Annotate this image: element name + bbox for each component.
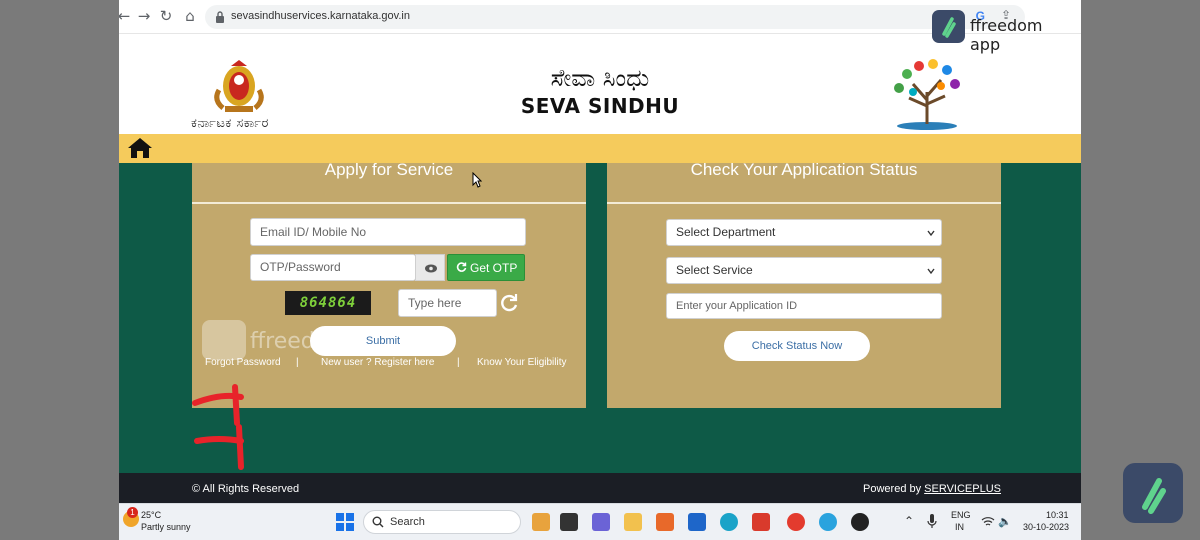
taskbar-search[interactable]: Search <box>363 510 521 534</box>
link-separator: | <box>296 357 299 368</box>
app-icon[interactable] <box>752 513 770 531</box>
copyright-text: © All Rights Reserved <box>192 483 300 495</box>
check-status-panel: Check Your Application Status Select Dep… <box>607 160 1001 408</box>
know-eligibility-link[interactable]: Know Your Eligibility <box>477 357 567 368</box>
address-bar[interactable]: sevasindhuservices.karnataka.gov.in G ⇪ <box>205 5 1025 29</box>
get-otp-label: Get OTP <box>470 261 518 275</box>
copilot-icon[interactable] <box>532 513 550 531</box>
volume-icon[interactable]: 🔈 <box>998 515 1012 528</box>
edge-icon[interactable] <box>720 513 738 531</box>
weather-description[interactable]: Partly sunny <box>141 522 191 532</box>
mail-icon[interactable] <box>688 513 706 531</box>
firefox-icon[interactable] <box>656 513 674 531</box>
nav-bar <box>119 134 1081 163</box>
captcha-refresh-icon[interactable] <box>498 292 520 314</box>
file-icon[interactable] <box>560 513 578 531</box>
home-browser-icon[interactable]: ⌂ <box>181 7 199 25</box>
serviceplus-link[interactable]: SERVICEPLUS <box>924 483 1001 495</box>
department-select[interactable]: Select Department <box>666 219 942 246</box>
notification-badge: 1 <box>127 507 138 518</box>
forgot-password-link[interactable]: Forgot Password <box>205 357 281 368</box>
reload-icon[interactable]: ↻ <box>157 7 175 25</box>
ffreedom-logo-icon <box>932 10 965 43</box>
application-id-input[interactable]: Enter your Application ID <box>666 293 942 319</box>
tray-chevron-up-icon[interactable]: ⌃ <box>904 514 914 528</box>
captcha-image: 864864 <box>285 291 371 315</box>
language-indicator[interactable]: ENG <box>951 510 971 520</box>
captcha-input[interactable]: Type here <box>398 289 497 317</box>
powered-by-text: Powered by SERVICEPLUS <box>863 483 1001 495</box>
ffreedom-brand-text: ffreedom app <box>970 16 1043 54</box>
seva-sindhu-tree-logo-icon <box>894 59 960 130</box>
record-icon[interactable] <box>851 513 869 531</box>
folder-icon[interactable] <box>624 513 642 531</box>
teams-icon[interactable] <box>592 513 610 531</box>
site-header: ಕರ್ನಾಟಕ ಸರ್ಕಾರ ಸೇವಾ ಸಿಂಧು SEVA SINDHU <box>119 56 1081 134</box>
forward-icon[interactable]: → <box>135 7 153 25</box>
chrome-icon[interactable] <box>787 513 805 531</box>
refresh-small-icon <box>456 262 467 272</box>
ffreedom-corner-logo-icon <box>1123 463 1183 523</box>
main-content: Apply for Service Email ID/ Mobile No OT… <box>119 160 1081 473</box>
taskbar: 1 25°C Partly sunny Search ⌃ ENG IN 🔈 10… <box>119 503 1081 540</box>
language-region[interactable]: IN <box>955 522 964 532</box>
url-text: sevasindhuservices.karnataka.gov.in <box>231 10 410 22</box>
chevron-down-icon <box>927 230 935 237</box>
service-select-value: Select Service <box>676 263 753 277</box>
email-mobile-input[interactable]: Email ID/ Mobile No <box>250 218 526 246</box>
back-icon[interactable]: ← <box>119 7 133 25</box>
check-status-button[interactable]: Check Status Now <box>724 331 870 361</box>
clock-date[interactable]: 30-10-2023 <box>1023 522 1069 532</box>
home-icon[interactable] <box>127 137 153 159</box>
apply-panel-title: Apply for Service <box>324 160 454 179</box>
wifi-icon[interactable] <box>981 516 995 528</box>
ffreedom-brand: ffreedom app <box>932 10 1072 54</box>
clock-time[interactable]: 10:31 <box>1046 510 1069 520</box>
screen: ← → ↻ ⌂ sevasindhuservices.karnataka.gov… <box>119 0 1081 540</box>
weather-temperature[interactable]: 25°C <box>141 510 161 520</box>
microphone-icon[interactable] <box>927 513 937 529</box>
status-panel-divider <box>607 202 1001 204</box>
mouse-cursor-icon <box>472 172 482 188</box>
windows-start-icon[interactable] <box>336 513 354 531</box>
service-select[interactable]: Select Service <box>666 257 942 284</box>
telegram-icon[interactable] <box>819 513 837 531</box>
apply-panel-divider <box>192 202 586 204</box>
search-icon <box>372 516 384 528</box>
lock-icon <box>216 11 224 23</box>
apply-for-service-panel: Apply for Service Email ID/ Mobile No OT… <box>192 160 586 408</box>
status-panel-title: Check Your Application Status <box>690 160 918 179</box>
powered-by-prefix: Powered by <box>863 483 925 495</box>
emblem-caption: ಕರ್ನಾಟಕ ಸರ್ಕಾರ <box>191 116 269 131</box>
chevron-down-icon <box>927 268 935 275</box>
show-password-button[interactable] <box>415 254 445 281</box>
get-otp-button[interactable]: Get OTP <box>447 254 525 281</box>
department-select-value: Select Department <box>676 225 776 239</box>
eye-icon <box>425 264 437 273</box>
site-footer: © All Rights Reserved Powered by SERVICE… <box>119 473 1081 503</box>
otp-password-input[interactable]: OTP/Password <box>250 254 416 281</box>
register-link[interactable]: New user ? Register here <box>321 357 434 368</box>
search-label: Search <box>390 516 425 528</box>
link-separator: | <box>457 357 460 368</box>
submit-button[interactable]: Submit <box>310 326 456 356</box>
ffreedom-watermark-icon <box>202 320 246 360</box>
